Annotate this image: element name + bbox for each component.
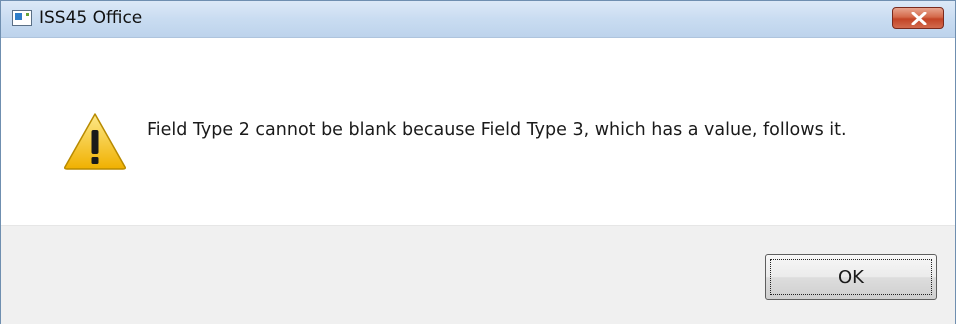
close-button[interactable]: [892, 7, 944, 29]
warning-icon: [64, 113, 126, 170]
app-window-icon: [12, 10, 32, 26]
focus-rectangle: OK: [770, 259, 932, 295]
button-bar: OK: [1, 225, 955, 324]
message-dialog-window: ISS45 Office Field Type 2 cannot be blan…: [0, 0, 956, 324]
dialog-content: Field Type 2 cannot be blank because Fie…: [1, 38, 955, 225]
window-title: ISS45 Office: [39, 8, 143, 28]
ok-button[interactable]: OK: [765, 254, 937, 300]
ok-button-label: OK: [838, 266, 864, 288]
title-bar[interactable]: ISS45 Office: [1, 1, 955, 38]
close-icon: [911, 12, 927, 25]
dialog-message: Field Type 2 cannot be blank because Fie…: [147, 120, 847, 140]
